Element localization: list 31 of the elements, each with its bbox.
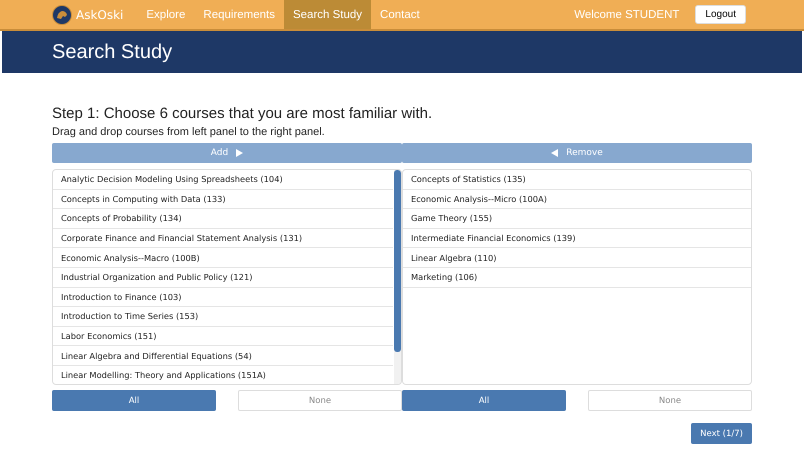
step-heading: Step 1: Choose 6 courses that you are most familiar with. [52,105,434,122]
caret-left-icon [551,149,558,157]
select-none-button[interactable]: None [238,390,402,411]
next-button[interactable]: Next (1/7) [691,423,752,444]
instruction-text: Drag and drop courses from left panel to the right panel. [52,126,326,138]
course-item[interactable]: Linear Algebra (110) [403,248,751,268]
course-item[interactable]: Game Theory (155) [403,209,751,229]
course-item[interactable]: Analytic Decision Modeling Using Spreadsheets (104) [53,170,393,190]
course-item[interactable]: Marketing (106) [403,268,751,288]
course-item[interactable]: Labor Economics (151) [53,326,393,346]
course-item[interactable]: Economic Analysis--Macro (100B) [53,248,393,268]
course-item[interactable]: Introduction to Finance (103) [53,288,393,308]
bear-logo-icon [52,4,72,24]
logout-button[interactable]: Logout [695,5,746,24]
welcome-text: Welcome STUDENT [574,8,680,22]
course-item[interactable]: Concepts of Probability (134) [53,209,393,229]
caret-right-icon [236,149,244,157]
course-item[interactable]: Linear Modelling: Theory and Applications (151A) [53,366,393,384]
course-item[interactable]: Industrial Organization and Public Policy (121) [53,268,393,288]
course-item[interactable]: Linear Algebra and Differential Equations (54) [53,346,393,366]
course-item[interactable]: Economic Analysis--Micro (100A) [403,190,751,210]
page-title: Search Study [51,40,174,64]
course-item[interactable]: Introduction to Time Series (153) [53,307,393,327]
select-all-button[interactable]: All [402,390,566,411]
select-all-button[interactable]: All [52,390,216,411]
select-none-button[interactable]: None [588,390,752,411]
course-item[interactable]: Concepts in Computing with Data (133) [53,190,393,210]
course-item[interactable]: Corporate Finance and Financial Statement Analysis (131) [53,228,393,248]
scrollbar-thumb[interactable] [394,170,401,352]
course-item[interactable]: Concepts of Statistics (135) [403,170,751,190]
course-item[interactable]: Intermediate Financial Economics (139) [403,228,751,248]
